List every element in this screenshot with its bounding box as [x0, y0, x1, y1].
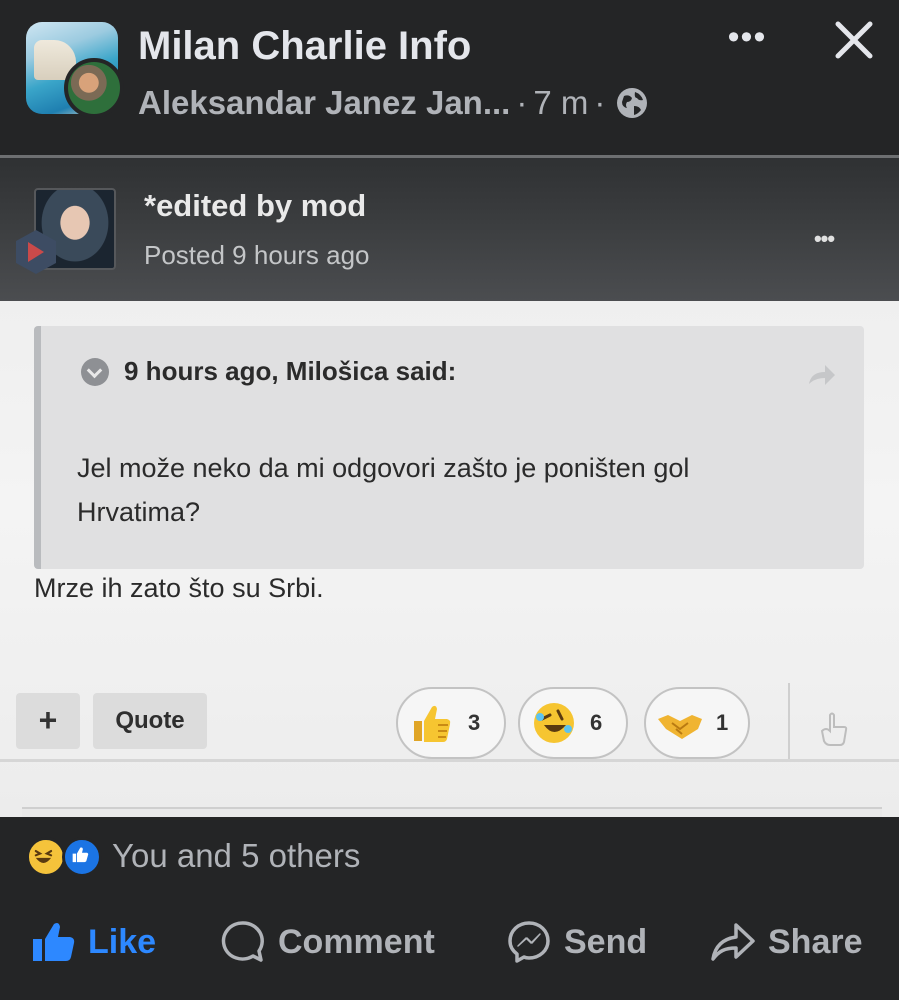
forum-post-time: Posted 9 hours ago: [144, 240, 370, 270]
forum-post-body: 9 hours ago, Milošica said: Jel može nek…: [0, 301, 899, 817]
like-reaction-icon: [62, 837, 102, 877]
like-label: Like: [88, 922, 157, 961]
meta-separator: ·: [516, 84, 528, 121]
reaction-handshake: 1: [644, 687, 750, 759]
share-button[interactable]: Share: [710, 919, 863, 965]
post-header: Milan Charlie Info Aleksandar Janez Jan.…: [0, 0, 899, 155]
post-time[interactable]: 7 m: [533, 84, 588, 122]
quote-button: Quote: [93, 693, 207, 749]
action-bar: Like Comment Send Share: [0, 897, 899, 1000]
like-button[interactable]: Like: [30, 919, 156, 965]
send-label: Send: [564, 922, 648, 961]
handshake-icon: [658, 715, 702, 739]
reactions-count-text[interactable]: You and 5 others: [112, 837, 360, 875]
quote-block: 9 hours ago, Milošica said: Jel može nek…: [34, 326, 864, 569]
globe-icon: [617, 88, 648, 118]
comment-label: Comment: [278, 922, 435, 961]
forum-post-title: *edited by mod: [144, 188, 367, 223]
forum-menu-icon: •••: [813, 226, 835, 251]
shared-image[interactable]: *edited by mod Posted 9 hours ago ••• 9 …: [0, 155, 899, 817]
reply-text: Mrze ih zato što su Srbi.: [34, 573, 324, 603]
plus-button: +: [16, 693, 80, 749]
share-arrow-icon: [809, 365, 835, 385]
author-name[interactable]: Aleksandar Janez Jan...: [138, 84, 510, 122]
forum-post-header: *edited by mod Posted 9 hours ago •••: [0, 158, 899, 301]
react-hand-icon: [820, 712, 848, 746]
comment-icon: [221, 921, 264, 962]
more-options-button[interactable]: •••: [722, 20, 772, 58]
close-icon[interactable]: [828, 14, 880, 66]
meta-separator-2: ·: [594, 84, 606, 121]
haha-reaction-icon: [26, 837, 66, 877]
reaction-rofl: 6: [518, 687, 628, 759]
post-meta: Aleksandar Janez Jan... · 7 m ·: [138, 84, 649, 122]
like-icon: [33, 923, 75, 961]
reaction-thumbs-up: 3: [396, 687, 506, 759]
quote-text: Jel može neko da mi odgovori zašto je po…: [77, 453, 690, 527]
reaction-count: 3: [468, 710, 481, 735]
send-button[interactable]: Send: [506, 919, 647, 965]
thumbs-up-icon: [414, 705, 451, 742]
author-avatar[interactable]: [64, 58, 124, 118]
rofl-emoji-icon: [534, 703, 574, 743]
next-post-card: [22, 807, 882, 817]
comment-button[interactable]: Comment: [220, 919, 435, 965]
messenger-icon: [508, 921, 550, 963]
share-label: Share: [768, 922, 863, 961]
divider: [0, 759, 899, 762]
divider: [788, 683, 790, 761]
share-icon: [711, 923, 755, 961]
reaction-count: 6: [590, 710, 603, 735]
reactions-summary[interactable]: You and 5 others: [0, 817, 899, 897]
reaction-count: 1: [716, 710, 729, 735]
quote-header: 9 hours ago, Milošica said:: [124, 356, 457, 386]
group-name[interactable]: Milan Charlie Info: [138, 24, 471, 69]
chevron-down-icon: [81, 358, 109, 386]
